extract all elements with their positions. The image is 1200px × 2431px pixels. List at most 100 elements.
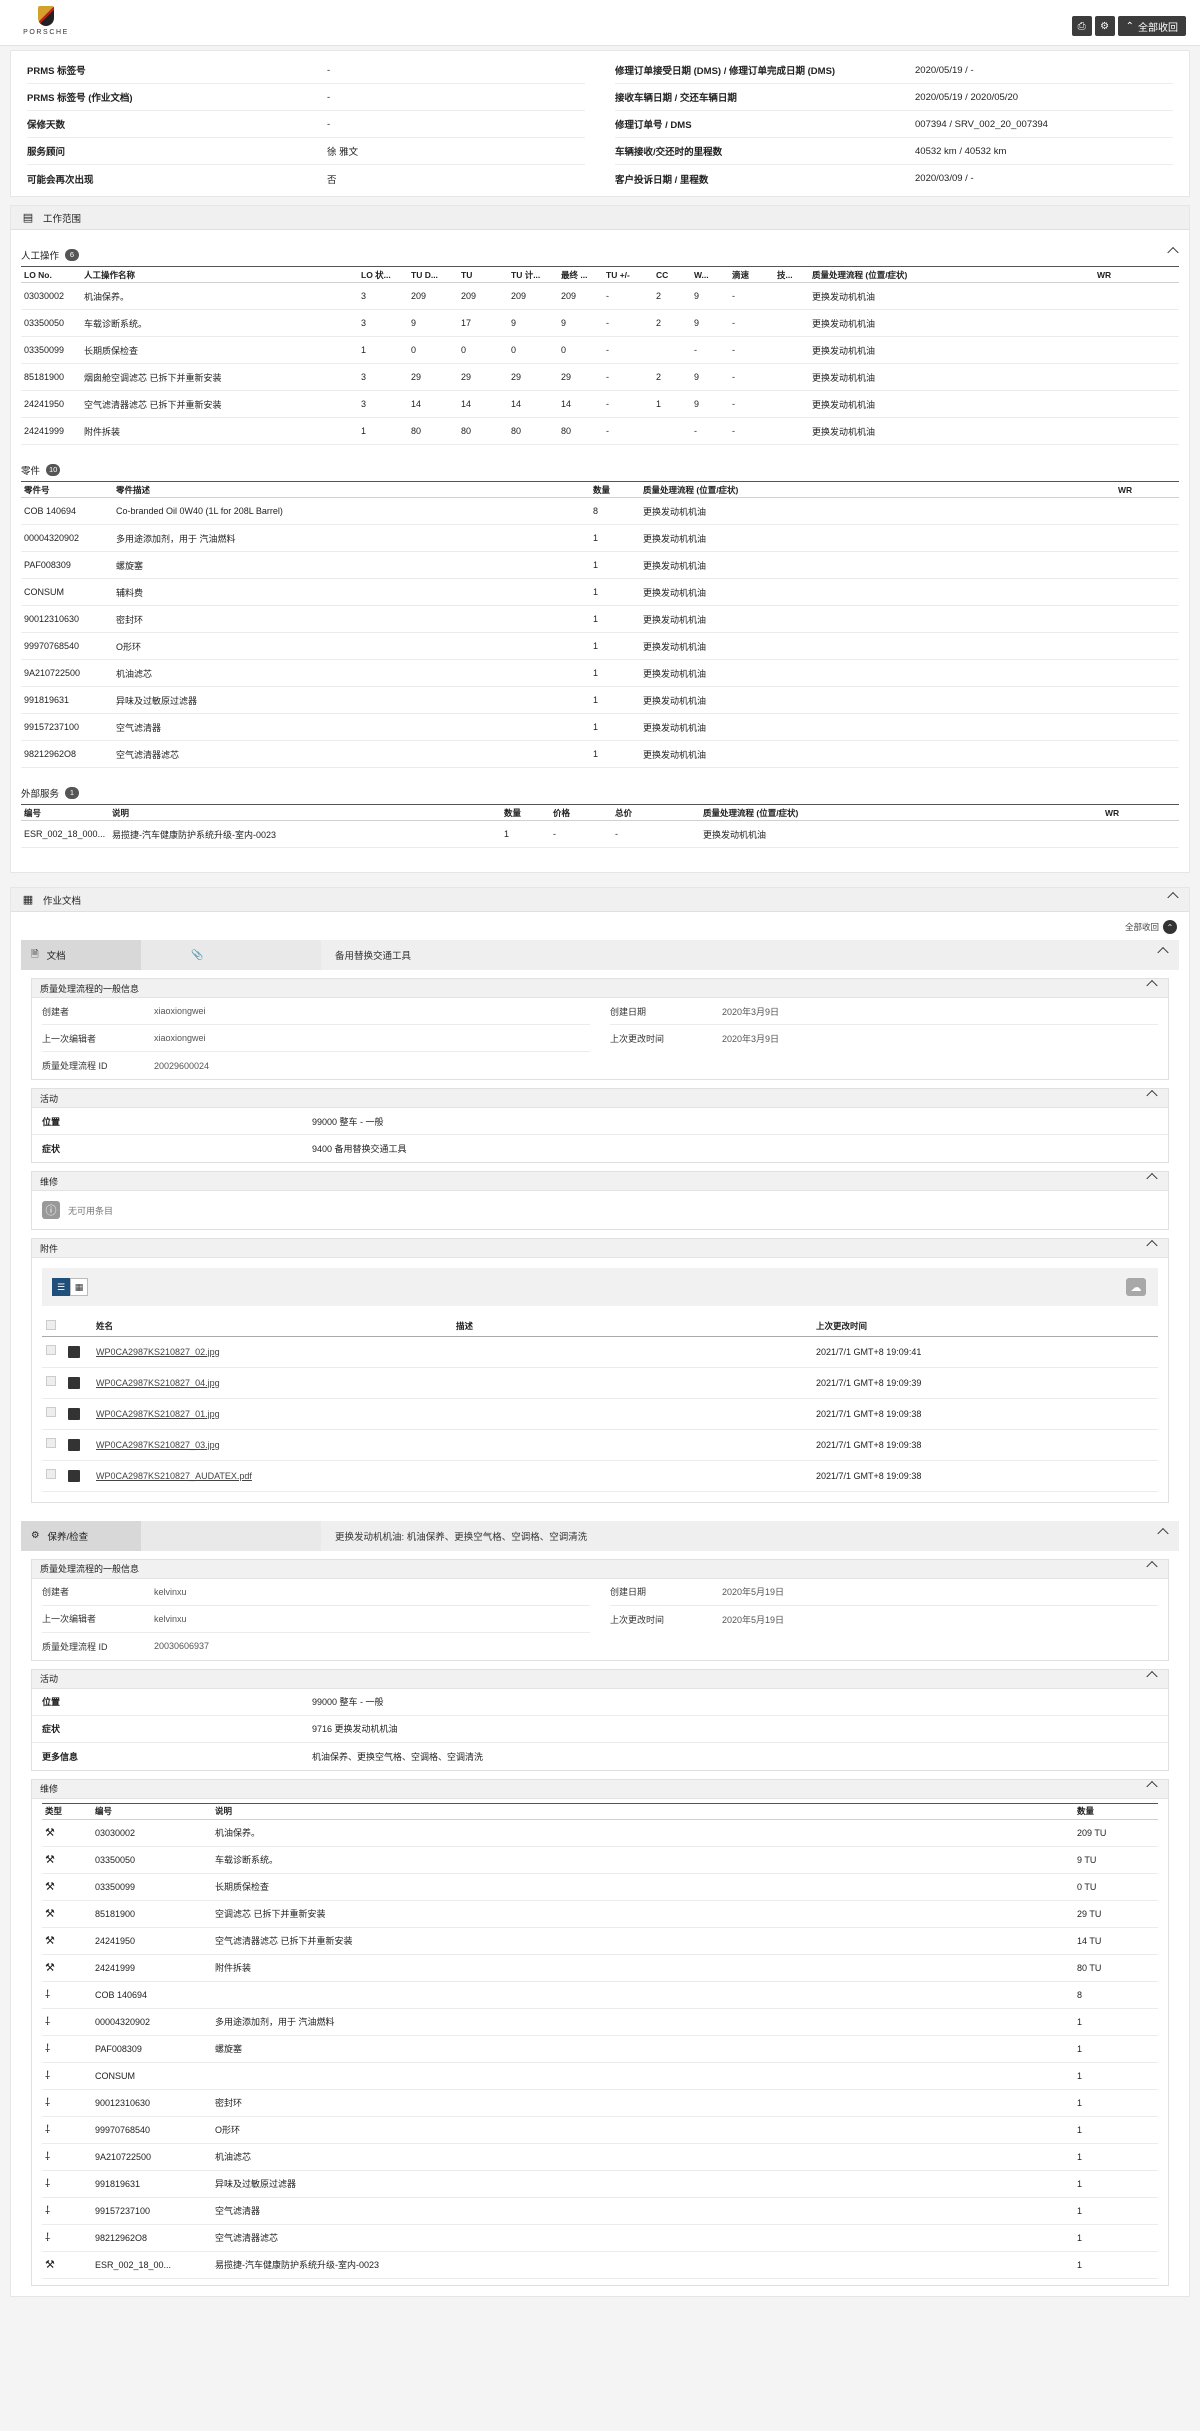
repair-row[interactable]: ⚒ ESR_002_18_00... 易揽捷-汽车健康防护系统升级-室内-0023 1 [42, 2251, 1158, 2279]
table-row[interactable]: 90012310630 密封环 1 更换发动机机油 [21, 605, 1179, 633]
doc1-header[interactable]: 🗎 文档 📎 备用替换交通工具 [21, 940, 1179, 970]
table-row[interactable]: 99970768540 O形环 1 更换发动机机油 [21, 632, 1179, 660]
repair-row[interactable]: ⸸ 99970768540 O形环 1 [42, 2116, 1158, 2144]
repair-column-header[interactable]: 类型 [42, 1802, 92, 1820]
repair-row[interactable]: ⸸ CONSUM 1 [42, 2062, 1158, 2090]
table-row[interactable]: 03030002 机油保养。 3 209 209 209 209-2 9- 更换发动机机油 [21, 282, 1179, 310]
grid-view-icon[interactable]: ▦ [70, 1278, 88, 1296]
attachment-column-header[interactable]: 上次更改时间 [812, 1316, 1158, 1337]
repair-row[interactable]: ⚒ 24241950 空气滤清器滤芯 已拆下并重新安装 14 TU [42, 1927, 1158, 1955]
table-row[interactable]: 98212962O8 空气滤清器滤芯 1 更换发动机机油 [21, 740, 1179, 768]
settings-button[interactable]: ⚙ [1094, 16, 1115, 36]
doc1-tab[interactable]: 🗎 文档 [21, 940, 141, 970]
chevron-up-icon[interactable] [1146, 1172, 1158, 1185]
repair-row[interactable]: ⚒ 24241999 附件拆装 80 TU [42, 1954, 1158, 1982]
chevron-up-icon[interactable] [1146, 1089, 1158, 1102]
chevron-up-icon[interactable] [1167, 246, 1179, 259]
attachment-row[interactable]: WP0CA2987KS210827_02.jpg 2021/7/1 GMT+8 1… [42, 1336, 1158, 1368]
labor-column-header[interactable]: TU +/- [603, 266, 653, 283]
attachment-link[interactable]: WP0CA2987KS210827_03.jpg [96, 1440, 220, 1450]
doc2-attach-tab[interactable] [141, 1520, 321, 1551]
chevron-up-icon[interactable] [1157, 1527, 1169, 1540]
table-row[interactable]: 00004320902 多用途添加剂，用于 汽油燃料 1 更换发动机机油 [21, 524, 1179, 552]
chevron-up-icon[interactable] [1157, 946, 1169, 959]
repair-row[interactable]: ⚒ 85181900 空调滤芯 已拆下并重新安装 29 TU [42, 1900, 1158, 1928]
table-row[interactable]: CONSUM 辅料费 1 更换发动机机油 [21, 578, 1179, 606]
attachment-select[interactable] [42, 1460, 92, 1492]
labor-column-header[interactable]: TU 计... [508, 266, 558, 283]
chevron-up-icon[interactable] [1146, 1239, 1158, 1252]
table-row[interactable]: 24241999 附件拆装 1 80 80 80 80- - - 更换发动机机油 [21, 417, 1179, 445]
labor-column-header[interactable]: 滴速 [729, 266, 774, 283]
external-column-header[interactable]: 数量 [501, 804, 550, 821]
doc2-activity-header[interactable]: 活动 [32, 1669, 1168, 1689]
chevron-up-icon[interactable] [1146, 1780, 1158, 1793]
external-column-header[interactable]: 编号 [21, 804, 109, 821]
attachment-select[interactable] [42, 1367, 92, 1399]
attachment-row[interactable]: WP0CA2987KS210827_04.jpg 2021/7/1 GMT+8 1… [42, 1367, 1158, 1399]
table-row[interactable]: 03350099 长期质保检查 1 0 0 0 0- - - 更换发动机机油 [21, 336, 1179, 364]
labor-column-header[interactable]: 人工操作名称 [81, 266, 358, 283]
external-column-header[interactable]: 价格 [550, 804, 612, 821]
doc2-header[interactable]: ⚙ 保养/检查 更换发动机机油: 机油保养、更换空气格、空调格、空调清洗 [21, 1520, 1179, 1551]
attachment-link[interactable]: WP0CA2987KS210827_01.jpg [96, 1409, 220, 1419]
table-row[interactable]: 9A210722500 机油滤芯 1 更换发动机机油 [21, 659, 1179, 687]
labor-column-header[interactable]: TU D... [408, 266, 458, 283]
external-header[interactable]: 外部服务 1 [11, 782, 1189, 804]
repair-row[interactable]: ⸸ 99157237100 空气滤清器 1 [42, 2197, 1158, 2225]
attachment-column-header[interactable]: 描述 [452, 1316, 812, 1337]
table-row[interactable]: COB 140694 Co-branded Oil 0W40 (1L for 20… [21, 497, 1179, 525]
doc1-general-header[interactable]: 质量处理流程的一般信息 [32, 979, 1168, 998]
repair-row[interactable]: ⚒ 03350099 长期质保检查 0 TU [42, 1873, 1158, 1901]
row-checkbox[interactable] [46, 1468, 56, 1479]
doc1-attach-tab[interactable]: 📎 [141, 940, 321, 970]
doc1-activity-header[interactable]: 活动 [32, 1089, 1168, 1108]
repair-row[interactable]: ⸸ PAF008309 螺旋塞 1 [42, 2035, 1158, 2063]
repair-row[interactable]: ⸸ COB 140694 8 [42, 1981, 1158, 2009]
table-row[interactable]: 85181900 烟囱舱空调滤芯 已拆下并重新安装 3 29 29 29 29-2 9- 更换发… [21, 363, 1179, 391]
table-row[interactable]: 99157237100 空气滤清器 1 更换发动机机油 [21, 713, 1179, 741]
row-checkbox[interactable] [46, 1406, 56, 1417]
attachment-row[interactable]: WP0CA2987KS210827_03.jpg 2021/7/1 GMT+8 1… [42, 1429, 1158, 1461]
doc2-tab[interactable]: ⚙ 保养/检查 [21, 1520, 141, 1551]
attachment-link[interactable]: WP0CA2987KS210827_04.jpg [96, 1378, 220, 1388]
repair-row[interactable]: ⚒ 03350050 车载诊断系统。 9 TU [42, 1846, 1158, 1874]
external-column-header[interactable]: 总价 [612, 804, 700, 821]
parts-column-header[interactable]: 数量 [590, 481, 640, 498]
external-column-header[interactable]: 说明 [109, 804, 501, 821]
attachment-link[interactable]: WP0CA2987KS210827_AUDATEX.pdf [96, 1471, 252, 1481]
labor-column-header[interactable]: WR [1094, 266, 1179, 283]
work-docs-header[interactable]: ▦ 作业文档 [11, 888, 1189, 912]
repair-row[interactable]: ⸸ 98212962O8 空气滤清器滤芯 1 [42, 2224, 1158, 2252]
chevron-up-icon[interactable] [1167, 891, 1179, 904]
row-checkbox[interactable] [46, 1437, 56, 1448]
print-button[interactable]: ⎙ [1071, 16, 1092, 36]
doc2-repair-header[interactable]: 维修 [32, 1779, 1168, 1799]
attachment-select[interactable] [42, 1398, 92, 1430]
docs-collapse-all[interactable]: 全部收回 ⌃ [11, 912, 1189, 934]
doc1-repair-header[interactable]: 维修 [32, 1172, 1168, 1191]
chevron-up-icon[interactable] [1146, 979, 1158, 992]
labor-column-header[interactable]: W... [691, 266, 729, 283]
select-all-checkbox[interactable] [42, 1316, 92, 1337]
doc2-general-header[interactable]: 质量处理流程的一般信息 [32, 1559, 1168, 1579]
chevron-up-icon[interactable] [1146, 1670, 1158, 1683]
attachment-column-header[interactable]: 姓名 [92, 1316, 452, 1337]
labor-column-header[interactable]: 技... [774, 266, 809, 283]
table-row[interactable]: 991819631 异味及过敏原过滤器 1 更换发动机机油 [21, 686, 1179, 714]
labor-column-header[interactable]: 质量处理流程 (位置/症状) [809, 266, 1094, 283]
labor-column-header[interactable]: LO 状... [358, 266, 408, 283]
doc1-attachments-header[interactable]: 附件 [32, 1239, 1168, 1258]
parts-column-header[interactable]: WR [1115, 481, 1179, 498]
labor-column-header[interactable]: 最终 ... [558, 266, 603, 283]
row-checkbox[interactable] [46, 1375, 56, 1386]
table-row[interactable]: 24241950 空气滤清器滤芯 已拆下并重新安装 3 14 14 14 14-1 9- 更换发… [21, 390, 1179, 418]
table-row[interactable]: 03350050 车载诊断系统。 3 9 17 9 9-2 9- 更换发动机机油 [21, 309, 1179, 337]
labor-column-header[interactable]: CC [653, 266, 691, 283]
repair-row[interactable]: ⸸ 00004320902 多用途添加剂，用于 汽油燃料 1 [42, 2008, 1158, 2036]
list-view-icon[interactable]: ☰ [52, 1278, 70, 1296]
row-checkbox[interactable] [46, 1344, 56, 1355]
attachment-link[interactable]: WP0CA2987KS210827_02.jpg [96, 1347, 220, 1357]
repair-row[interactable]: ⚒ 03030002 机油保养。 209 TU [42, 1819, 1158, 1847]
repair-row[interactable]: ⸸ 90012310630 密封环 1 [42, 2089, 1158, 2117]
